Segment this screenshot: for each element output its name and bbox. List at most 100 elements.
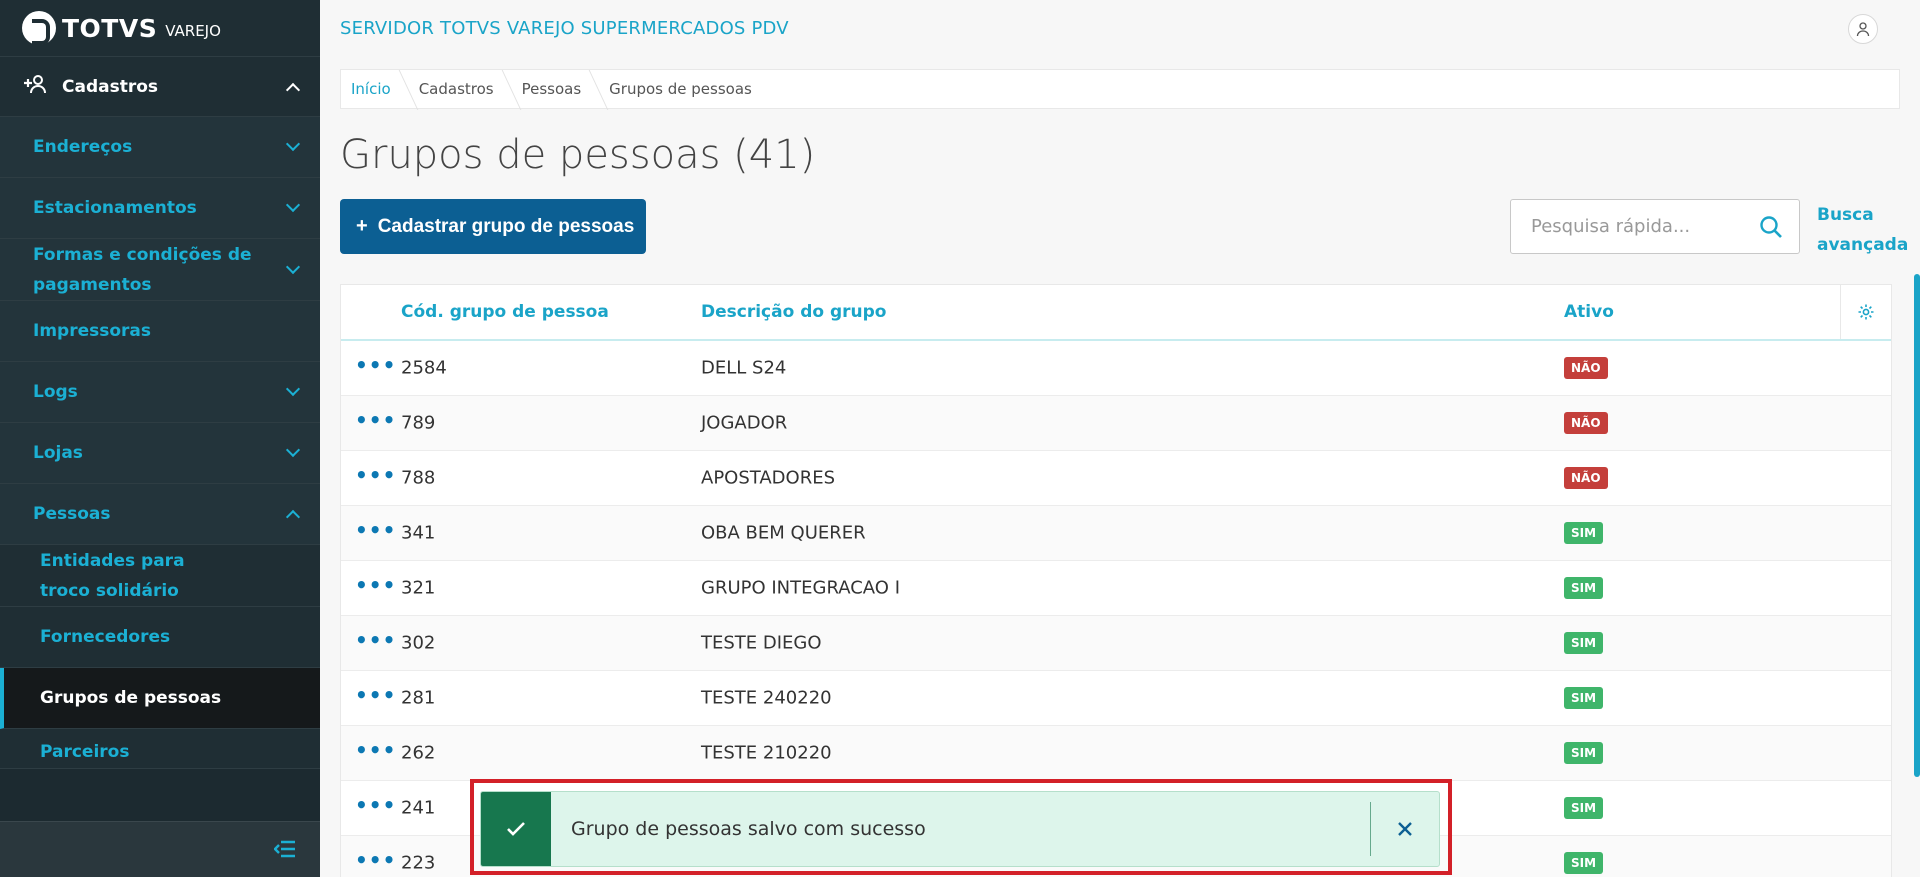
column-header-description[interactable]: Descrição do grupo <box>701 302 886 322</box>
table-row[interactable]: ••• 341 OBA BEM QUERER SIM <box>341 506 1891 561</box>
status-badge: SIM <box>1564 797 1604 819</box>
breadcrumb: Início Cadastros Pessoas Grupos de pesso… <box>340 69 1900 109</box>
search-icon[interactable] <box>1759 215 1783 239</box>
status-badge: NÃO <box>1564 467 1608 489</box>
sidebar-item-label: Logs <box>33 382 78 402</box>
sidebar-subitem-fornecedores[interactable]: Fornecedores <box>0 607 320 668</box>
cell-code: 241 <box>401 797 436 819</box>
breadcrumb-item-current: Grupos de pessoas <box>609 80 752 98</box>
sidebar-item-impressoras[interactable]: Impressoras <box>0 301 320 362</box>
check-icon <box>481 792 551 866</box>
table-row[interactable]: ••• 788 APOSTADORES NÃO <box>341 451 1891 506</box>
cell-code: 302 <box>401 632 436 654</box>
sidebar-subitem-grupos-de-pessoas[interactable]: Grupos de pessoas <box>0 668 320 729</box>
row-actions-icon[interactable]: ••• <box>355 628 396 652</box>
success-toast: Grupo de pessoas salvo com sucesso <box>480 791 1440 867</box>
sidebar-item-pessoas[interactable]: Pessoas <box>0 484 320 545</box>
close-icon <box>1398 822 1412 836</box>
sidebar-item-label: Endereços <box>33 137 133 157</box>
cell-code: 223 <box>401 852 436 874</box>
table-row[interactable]: ••• 281 TESTE 240220 SIM <box>341 671 1891 726</box>
sidebar-group-cadastros[interactable]: Cadastros <box>0 57 320 117</box>
row-actions-icon[interactable]: ••• <box>355 793 396 817</box>
breadcrumb-item-inicio[interactable]: Início <box>351 80 405 98</box>
cell-description: DELL S24 <box>701 357 787 379</box>
brand-logo[interactable]: TOTVS VAREJO <box>0 0 320 57</box>
row-actions-icon[interactable]: ••• <box>355 408 396 432</box>
breadcrumb-item-cadastros: Cadastros <box>419 80 508 98</box>
sidebar-item-enderecos[interactable]: Endereços <box>0 117 320 178</box>
cell-description: TESTE 210220 <box>701 742 832 764</box>
row-actions-icon[interactable]: ••• <box>355 353 396 377</box>
table-row[interactable]: ••• 302 TESTE DIEGO SIM <box>341 616 1891 671</box>
chevron-up-icon <box>285 82 301 97</box>
cell-description: TESTE 240220 <box>701 687 832 709</box>
cell-description: GRUPO INTEGRACAO I <box>701 577 901 599</box>
sidebar-subitem-label: Entidades para troco solidário <box>40 550 185 601</box>
row-actions-icon[interactable]: ••• <box>355 683 396 707</box>
status-badge: SIM <box>1564 852 1604 874</box>
sidebar-item-label: Lojas <box>33 443 83 463</box>
row-actions-icon[interactable]: ••• <box>355 848 396 872</box>
chevron-down-icon <box>285 136 301 152</box>
status-badge: NÃO <box>1564 412 1608 434</box>
sidebar-group-label: Cadastros <box>62 76 159 97</box>
advanced-search-link[interactable]: Busca avançada <box>1817 200 1917 260</box>
table-row[interactable]: ••• 321 GRUPO INTEGRACAO I SIM <box>341 561 1891 616</box>
totvs-logo-icon <box>22 11 56 45</box>
chevron-down-icon <box>285 197 301 213</box>
cell-description: JOGADOR <box>701 412 788 434</box>
scrollbar[interactable] <box>1914 274 1920 777</box>
app-title: SERVIDOR TOTVS VAREJO SUPERMERCADOS PDV <box>340 18 789 39</box>
sidebar-item-label: Formas e condições de pagamentos <box>33 244 252 295</box>
breadcrumb-item-pessoas: Pessoas <box>522 80 596 98</box>
status-badge: SIM <box>1564 742 1604 764</box>
quick-search <box>1510 199 1800 254</box>
sidebar-subitem-parceiros[interactable]: Parceiros <box>0 729 320 769</box>
row-actions-icon[interactable]: ••• <box>355 738 396 762</box>
search-input[interactable] <box>1531 216 1759 237</box>
sidebar-item-logs[interactable]: Logs <box>0 362 320 423</box>
brand-name: TOTVS <box>62 13 158 43</box>
status-badge: SIM <box>1564 687 1604 709</box>
table-row[interactable]: ••• 2584 DELL S24 NÃO <box>341 341 1891 396</box>
table-settings-button[interactable] <box>1840 285 1891 339</box>
add-user-icon <box>22 74 50 99</box>
cell-code: 789 <box>401 412 436 434</box>
page-title: Grupos de pessoas (41) <box>340 132 816 178</box>
collapse-menu-icon[interactable] <box>273 836 296 864</box>
user-menu-button[interactable] <box>1848 13 1878 44</box>
sidebar-item-estacionamentos[interactable]: Estacionamentos <box>0 178 320 239</box>
plus-icon: + <box>356 215 368 237</box>
sidebar-item-formas-pagamentos[interactable]: Formas e condições de pagamentos <box>0 239 320 301</box>
sidebar-item-label: Estacionamentos <box>33 198 197 218</box>
cell-code: 321 <box>401 577 436 599</box>
sidebar-item-lojas[interactable]: Lojas <box>0 423 320 484</box>
close-toast-button[interactable] <box>1371 792 1439 866</box>
table-row[interactable]: ••• 789 JOGADOR NÃO <box>341 396 1891 451</box>
status-badge: SIM <box>1564 632 1604 654</box>
cell-description: APOSTADORES <box>701 467 836 489</box>
row-actions-icon[interactable]: ••• <box>355 463 396 487</box>
sidebar-subitem-label: Parceiros <box>40 742 130 762</box>
add-group-label: Cadastrar grupo de pessoas <box>377 215 635 237</box>
sidebar-item-label: Impressoras <box>33 321 152 341</box>
row-actions-icon[interactable]: ••• <box>355 518 396 542</box>
sidebar-item-label: Pessoas <box>33 504 111 524</box>
column-header-active[interactable]: Ativo <box>1564 302 1614 322</box>
status-badge: NÃO <box>1564 357 1608 379</box>
toast-message: Grupo de pessoas salvo com sucesso <box>571 818 926 840</box>
table-row[interactable]: ••• 262 TESTE 210220 SIM <box>341 726 1891 781</box>
sidebar: TOTVS VAREJO Cadastros Endereços Estacio… <box>0 0 320 877</box>
topbar: SERVIDOR TOTVS VAREJO SUPERMERCADOS PDV <box>320 0 1920 57</box>
column-header-code[interactable]: Cód. grupo de pessoa <box>401 302 609 322</box>
row-actions-icon[interactable]: ••• <box>355 573 396 597</box>
sidebar-subitem-entidades[interactable]: Entidades para troco solidário <box>0 545 320 607</box>
add-group-button[interactable]: + Cadastrar grupo de pessoas <box>340 199 647 254</box>
status-badge: SIM <box>1564 577 1604 599</box>
chevron-down-icon <box>285 259 301 274</box>
sidebar-footer <box>0 821 320 877</box>
user-icon <box>1856 21 1870 36</box>
cell-description: OBA BEM QUERER <box>701 522 866 544</box>
chevron-down-icon <box>285 381 301 397</box>
